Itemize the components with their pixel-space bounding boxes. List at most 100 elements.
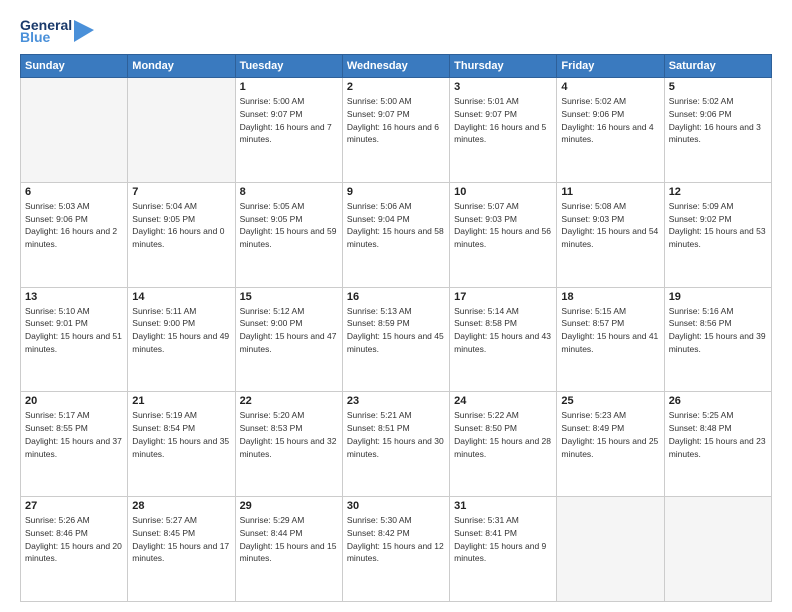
calendar-cell: 19Sunrise: 5:16 AMSunset: 8:56 PMDayligh…: [664, 287, 771, 392]
header: General Blue: [20, 18, 772, 44]
logo-icon: [74, 20, 94, 42]
day-number: 17: [454, 291, 552, 303]
calendar-cell: 10 Sunrise: 5:07 AMSunset: 9:03 PMDayligh…: [450, 182, 557, 287]
day-number: 20: [25, 395, 123, 407]
calendar-cell: 3 Sunrise: 5:01 AMSunset: 9:07 PMDaylight…: [450, 78, 557, 183]
calendar-cell: 11 Sunrise: 5:08 AMSunset: 9:03 PMDayligh…: [557, 182, 664, 287]
calendar-week-row: 27 Sunrise: 5:26 AMSunset: 8:46 PMDayligh…: [21, 497, 772, 602]
day-info: Sunrise: 5:10 AMSunset: 9:01 PMDaylight:…: [25, 305, 123, 356]
day-info: Sunrise: 5:11 AMSunset: 9:00 PMDaylight:…: [132, 305, 230, 356]
day-number: 9: [347, 186, 445, 198]
day-info: Sunrise: 5:20 AMSunset: 8:53 PMDaylight:…: [240, 409, 338, 460]
day-number: 2: [347, 81, 445, 93]
day-info: Sunrise: 5:27 AMSunset: 8:45 PMDaylight:…: [132, 514, 230, 565]
day-number: 29: [240, 500, 338, 512]
day-info: Sunrise: 5:23 AMSunset: 8:49 PMDaylight:…: [561, 409, 659, 460]
calendar-cell: 27 Sunrise: 5:26 AMSunset: 8:46 PMDayligh…: [21, 497, 128, 602]
weekday-header: Tuesday: [235, 55, 342, 78]
calendar-cell: 20 Sunrise: 5:17 AMSunset: 8:55 PMDayligh…: [21, 392, 128, 497]
calendar-cell: 6Sunrise: 5:03 AMSunset: 9:06 PMDaylight…: [21, 182, 128, 287]
day-info: Sunrise: 5:31 AMSunset: 8:41 PMDaylight:…: [454, 514, 552, 565]
day-info: Sunrise: 5:22 AMSunset: 8:50 PMDaylight:…: [454, 409, 552, 460]
calendar-week-row: 20 Sunrise: 5:17 AMSunset: 8:55 PMDayligh…: [21, 392, 772, 497]
day-info: Sunrise: 5:03 AMSunset: 9:06 PMDaylight:…: [25, 200, 123, 251]
calendar-week-row: 6Sunrise: 5:03 AMSunset: 9:06 PMDaylight…: [21, 182, 772, 287]
day-number: 1: [240, 81, 338, 93]
day-info: Sunrise: 5:01 AMSunset: 9:07 PMDaylight:…: [454, 95, 552, 146]
day-number: 14: [132, 291, 230, 303]
day-info: Sunrise: 5:00 AMSunset: 9:07 PMDaylight:…: [347, 95, 445, 146]
day-number: 18: [561, 291, 659, 303]
weekday-header: Friday: [557, 55, 664, 78]
day-info: Sunrise: 5:06 AMSunset: 9:04 PMDaylight:…: [347, 200, 445, 251]
day-info: Sunrise: 5:17 AMSunset: 8:55 PMDaylight:…: [25, 409, 123, 460]
calendar-cell: 7 Sunrise: 5:04 AMSunset: 9:05 PMDaylight…: [128, 182, 235, 287]
day-number: 24: [454, 395, 552, 407]
day-info: Sunrise: 5:19 AMSunset: 8:54 PMDaylight:…: [132, 409, 230, 460]
calendar-cell: 25 Sunrise: 5:23 AMSunset: 8:49 PMDayligh…: [557, 392, 664, 497]
calendar-week-row: 13 Sunrise: 5:10 AMSunset: 9:01 PMDayligh…: [21, 287, 772, 392]
day-info: Sunrise: 5:29 AMSunset: 8:44 PMDaylight:…: [240, 514, 338, 565]
day-number: 15: [240, 291, 338, 303]
calendar-cell: 23 Sunrise: 5:21 AMSunset: 8:51 PMDayligh…: [342, 392, 449, 497]
logo-image: General Blue: [20, 18, 94, 44]
weekday-header: Sunday: [21, 55, 128, 78]
day-number: 8: [240, 186, 338, 198]
day-info: Sunrise: 5:15 AMSunset: 8:57 PMDaylight:…: [561, 305, 659, 356]
weekday-header: Thursday: [450, 55, 557, 78]
day-info: Sunrise: 5:26 AMSunset: 8:46 PMDaylight:…: [25, 514, 123, 565]
weekday-header: Saturday: [664, 55, 771, 78]
day-number: 10: [454, 186, 552, 198]
day-number: 27: [25, 500, 123, 512]
day-info: Sunrise: 5:04 AMSunset: 9:05 PMDaylight:…: [132, 200, 230, 251]
calendar-cell: 17 Sunrise: 5:14 AMSunset: 8:58 PMDayligh…: [450, 287, 557, 392]
day-number: 19: [669, 291, 767, 303]
day-number: 23: [347, 395, 445, 407]
day-number: 3: [454, 81, 552, 93]
calendar-week-row: 1 Sunrise: 5:00 AMSunset: 9:07 PMDaylight…: [21, 78, 772, 183]
page: General Blue SundayMondayTuesdayWednesda…: [0, 0, 792, 612]
day-info: Sunrise: 5:07 AMSunset: 9:03 PMDaylight:…: [454, 200, 552, 251]
calendar-cell: 9 Sunrise: 5:06 AMSunset: 9:04 PMDaylight…: [342, 182, 449, 287]
day-info: Sunrise: 5:05 AMSunset: 9:05 PMDaylight:…: [240, 200, 338, 251]
day-info: Sunrise: 5:02 AMSunset: 9:06 PMDaylight:…: [669, 95, 767, 146]
day-info: Sunrise: 5:12 AMSunset: 9:00 PMDaylight:…: [240, 305, 338, 356]
calendar-cell: 30Sunrise: 5:30 AMSunset: 8:42 PMDayligh…: [342, 497, 449, 602]
day-number: 25: [561, 395, 659, 407]
calendar-cell: 5 Sunrise: 5:02 AMSunset: 9:06 PMDaylight…: [664, 78, 771, 183]
day-number: 13: [25, 291, 123, 303]
calendar-cell: 24 Sunrise: 5:22 AMSunset: 8:50 PMDayligh…: [450, 392, 557, 497]
calendar-cell: 18 Sunrise: 5:15 AMSunset: 8:57 PMDayligh…: [557, 287, 664, 392]
calendar-cell: [664, 497, 771, 602]
calendar-cell: [128, 78, 235, 183]
calendar-cell: 21Sunrise: 5:19 AMSunset: 8:54 PMDayligh…: [128, 392, 235, 497]
calendar-cell: [21, 78, 128, 183]
day-info: Sunrise: 5:21 AMSunset: 8:51 PMDaylight:…: [347, 409, 445, 460]
calendar: SundayMondayTuesdayWednesdayThursdayFrid…: [20, 54, 772, 602]
day-number: 30: [347, 500, 445, 512]
calendar-cell: 4Sunrise: 5:02 AMSunset: 9:06 PMDaylight…: [557, 78, 664, 183]
day-number: 12: [669, 186, 767, 198]
calendar-cell: 26 Sunrise: 5:25 AMSunset: 8:48 PMDayligh…: [664, 392, 771, 497]
day-info: Sunrise: 5:14 AMSunset: 8:58 PMDaylight:…: [454, 305, 552, 356]
calendar-cell: 15 Sunrise: 5:12 AMSunset: 9:00 PMDayligh…: [235, 287, 342, 392]
calendar-cell: 31 Sunrise: 5:31 AMSunset: 8:41 PMDayligh…: [450, 497, 557, 602]
day-number: 16: [347, 291, 445, 303]
day-number: 22: [240, 395, 338, 407]
day-number: 28: [132, 500, 230, 512]
calendar-header-row: SundayMondayTuesdayWednesdayThursdayFrid…: [21, 55, 772, 78]
calendar-cell: 29 Sunrise: 5:29 AMSunset: 8:44 PMDayligh…: [235, 497, 342, 602]
day-number: 11: [561, 186, 659, 198]
logo-blue: Blue: [20, 30, 72, 44]
day-number: 31: [454, 500, 552, 512]
day-number: 7: [132, 186, 230, 198]
calendar-cell: 12Sunrise: 5:09 AMSunset: 9:02 PMDayligh…: [664, 182, 771, 287]
day-info: Sunrise: 5:08 AMSunset: 9:03 PMDaylight:…: [561, 200, 659, 251]
day-info: Sunrise: 5:00 AMSunset: 9:07 PMDaylight:…: [240, 95, 338, 146]
day-number: 5: [669, 81, 767, 93]
calendar-cell: [557, 497, 664, 602]
day-info: Sunrise: 5:25 AMSunset: 8:48 PMDaylight:…: [669, 409, 767, 460]
day-info: Sunrise: 5:13 AMSunset: 8:59 PMDaylight:…: [347, 305, 445, 356]
day-number: 26: [669, 395, 767, 407]
day-info: Sunrise: 5:02 AMSunset: 9:06 PMDaylight:…: [561, 95, 659, 146]
